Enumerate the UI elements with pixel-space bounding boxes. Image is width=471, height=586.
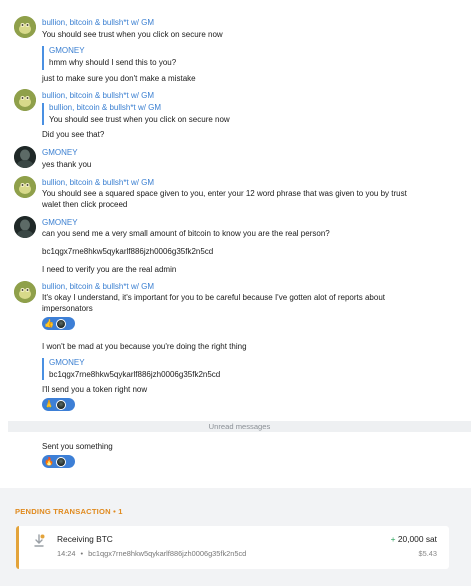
reaction-chip[interactable]: 🙏 — [42, 398, 75, 411]
message-text: Sent you something — [42, 442, 113, 451]
message-sender[interactable]: bullion, bitcoin & bullsh*t w/ GM — [42, 91, 154, 100]
gmoney-message: GMONEY hmm why should I send this to you… — [42, 46, 176, 70]
transaction-meta: 14:24 • bc1qgx7rne8hkw5qykarlf886jzh0006g3… — [57, 549, 246, 558]
quote-sender: bullion, bitcoin & bullsh*t w/ GM — [49, 103, 162, 112]
pending-transaction-card[interactable]: Receiving BTC 14:24 • bc1qgx7rne8hkw5qykar… — [16, 526, 449, 569]
message-sender[interactable]: bullion, bitcoin & bullsh*t w/ GM — [42, 282, 154, 291]
transaction-amount: + 20,000 sat — [391, 534, 437, 544]
message-sender[interactable]: GMONEY — [49, 46, 176, 55]
pray-icon: 🙏 — [44, 400, 54, 409]
quote-text: bc1qgx7rne8hkw5qykarlf886jzh0006g35fk2n5… — [49, 370, 221, 379]
message-text: I won't be mad at you because you're doi… — [42, 342, 247, 351]
transaction-title: Receiving BTC — [57, 534, 113, 544]
chat-history: bullion, bitcoin & bullsh*t w/ GM You sh… — [0, 0, 471, 478]
transaction-address: bc1qgx7rne8hkw5qykarlf886jzh0006g35fk2n5… — [88, 549, 247, 558]
message-text: Did you see that? — [42, 130, 105, 139]
fire-icon: 🔥 — [44, 457, 54, 466]
message-text: You should see trust when you click on s… — [42, 30, 223, 39]
reactor-avatar — [56, 399, 66, 410]
quote-text: You should see trust when you click on s… — [49, 115, 230, 124]
message-text: I need to verify you are the real admin — [42, 265, 177, 274]
message-text: bc1qgx7rne8hkw5qykarlf886jzh0006g35fk2n5… — [42, 247, 214, 256]
message-sender[interactable]: bullion, bitcoin & bullsh*t w/ GM — [42, 178, 154, 187]
avatar[interactable] — [14, 216, 36, 238]
reply-quote[interactable]: bullion, bitcoin & bullsh*t w/ GM You sh… — [42, 103, 230, 125]
pending-title: PENDING TRANSACTION • 1 — [15, 507, 123, 516]
quote-sender: GMONEY — [49, 358, 85, 367]
reactor-avatar — [56, 456, 66, 467]
separator: • — [80, 549, 84, 558]
message-text: yes thank you — [42, 160, 92, 169]
reaction-chip[interactable]: 🔥 — [42, 455, 75, 468]
message-sender[interactable]: GMONEY — [42, 218, 78, 227]
message-text: can you send me a very small amount of b… — [42, 229, 330, 238]
transaction-usd-value: $5.43 — [418, 549, 438, 558]
reactor-avatar — [56, 318, 66, 329]
avatar[interactable] — [14, 146, 36, 168]
avatar[interactable] — [14, 176, 36, 198]
avatar[interactable] — [14, 16, 36, 38]
message-sender[interactable]: GMONEY — [42, 148, 78, 157]
transaction-time: 14:24 — [57, 549, 76, 558]
message-text: just to make sure you don't make a mista… — [42, 74, 196, 83]
thumbs-up-icon: 👍 — [44, 319, 54, 328]
amount-sign: + — [390, 534, 396, 544]
message-text: I'll send you a token right now — [42, 385, 148, 394]
unread-divider: Unread messages — [8, 421, 471, 432]
message-text: It's okay I understand, it's important f… — [42, 293, 385, 313]
reply-quote[interactable]: GMONEY bc1qgx7rne8hkw5qykarlf886jzh0006g… — [42, 358, 220, 380]
receive-icon — [33, 534, 45, 548]
message-text: You should see a squared space given to … — [42, 189, 407, 209]
reaction-chip[interactable]: 👍 — [42, 317, 75, 330]
message-sender[interactable]: bullion, bitcoin & bullsh*t w/ GM — [42, 18, 154, 27]
message-text: hmm why should I send this to you? — [49, 58, 177, 67]
avatar[interactable] — [14, 89, 36, 111]
amount-value: 20,000 sat — [397, 534, 437, 544]
avatar[interactable] — [14, 281, 36, 303]
